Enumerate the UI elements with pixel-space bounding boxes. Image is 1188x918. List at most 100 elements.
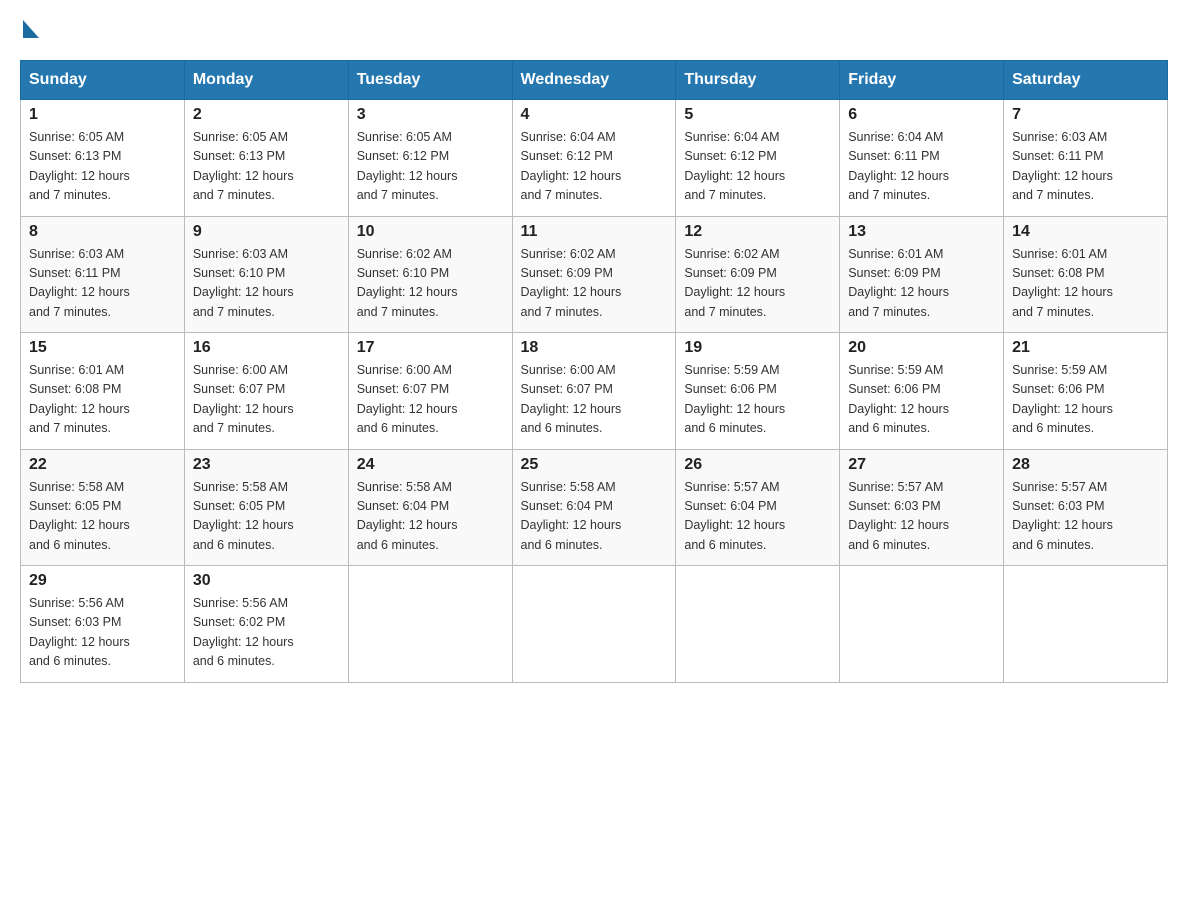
day-number: 23 [193, 456, 340, 474]
calendar-table: SundayMondayTuesdayWednesdayThursdayFrid… [20, 60, 1168, 683]
day-number: 1 [29, 106, 176, 124]
calendar-cell [676, 566, 840, 683]
calendar-cell [1004, 566, 1168, 683]
calendar-cell [840, 566, 1004, 683]
day-number: 16 [193, 339, 340, 357]
calendar-cell: 23 Sunrise: 5:58 AMSunset: 6:05 PMDaylig… [184, 449, 348, 566]
day-info: Sunrise: 5:57 AMSunset: 6:03 PMDaylight:… [1012, 480, 1113, 552]
weekday-header-saturday: Saturday [1004, 61, 1168, 100]
calendar-cell: 22 Sunrise: 5:58 AMSunset: 6:05 PMDaylig… [21, 449, 185, 566]
calendar-cell: 1 Sunrise: 6:05 AMSunset: 6:13 PMDayligh… [21, 100, 185, 217]
calendar-cell: 13 Sunrise: 6:01 AMSunset: 6:09 PMDaylig… [840, 216, 1004, 333]
calendar-cell: 10 Sunrise: 6:02 AMSunset: 6:10 PMDaylig… [348, 216, 512, 333]
day-number: 25 [521, 456, 668, 474]
day-info: Sunrise: 5:59 AMSunset: 6:06 PMDaylight:… [1012, 363, 1113, 435]
calendar-cell [512, 566, 676, 683]
day-info: Sunrise: 5:58 AMSunset: 6:04 PMDaylight:… [521, 480, 622, 552]
day-number: 14 [1012, 223, 1159, 241]
calendar-cell: 30 Sunrise: 5:56 AMSunset: 6:02 PMDaylig… [184, 566, 348, 683]
day-number: 26 [684, 456, 831, 474]
calendar-cell: 11 Sunrise: 6:02 AMSunset: 6:09 PMDaylig… [512, 216, 676, 333]
weekday-header-monday: Monday [184, 61, 348, 100]
day-number: 10 [357, 223, 504, 241]
calendar-cell: 21 Sunrise: 5:59 AMSunset: 6:06 PMDaylig… [1004, 333, 1168, 450]
calendar-cell: 18 Sunrise: 6:00 AMSunset: 6:07 PMDaylig… [512, 333, 676, 450]
calendar-cell: 9 Sunrise: 6:03 AMSunset: 6:10 PMDayligh… [184, 216, 348, 333]
day-info: Sunrise: 6:00 AMSunset: 6:07 PMDaylight:… [521, 363, 622, 435]
weekday-header-wednesday: Wednesday [512, 61, 676, 100]
weekday-header-friday: Friday [840, 61, 1004, 100]
day-info: Sunrise: 6:02 AMSunset: 6:10 PMDaylight:… [357, 247, 458, 319]
calendar-week-row: 1 Sunrise: 6:05 AMSunset: 6:13 PMDayligh… [21, 100, 1168, 217]
calendar-cell: 25 Sunrise: 5:58 AMSunset: 6:04 PMDaylig… [512, 449, 676, 566]
day-info: Sunrise: 6:02 AMSunset: 6:09 PMDaylight:… [521, 247, 622, 319]
day-number: 11 [521, 223, 668, 241]
calendar-cell: 12 Sunrise: 6:02 AMSunset: 6:09 PMDaylig… [676, 216, 840, 333]
calendar-cell: 29 Sunrise: 5:56 AMSunset: 6:03 PMDaylig… [21, 566, 185, 683]
day-info: Sunrise: 6:03 AMSunset: 6:11 PMDaylight:… [29, 247, 130, 319]
day-number: 30 [193, 572, 340, 590]
day-info: Sunrise: 5:59 AMSunset: 6:06 PMDaylight:… [684, 363, 785, 435]
calendar-cell: 24 Sunrise: 5:58 AMSunset: 6:04 PMDaylig… [348, 449, 512, 566]
day-info: Sunrise: 6:04 AMSunset: 6:12 PMDaylight:… [521, 130, 622, 202]
calendar-cell: 2 Sunrise: 6:05 AMSunset: 6:13 PMDayligh… [184, 100, 348, 217]
day-number: 29 [29, 572, 176, 590]
day-number: 22 [29, 456, 176, 474]
day-info: Sunrise: 6:01 AMSunset: 6:08 PMDaylight:… [1012, 247, 1113, 319]
day-number: 5 [684, 106, 831, 124]
calendar-cell: 7 Sunrise: 6:03 AMSunset: 6:11 PMDayligh… [1004, 100, 1168, 217]
weekday-header-thursday: Thursday [676, 61, 840, 100]
day-number: 13 [848, 223, 995, 241]
day-info: Sunrise: 6:01 AMSunset: 6:08 PMDaylight:… [29, 363, 130, 435]
day-info: Sunrise: 6:00 AMSunset: 6:07 PMDaylight:… [193, 363, 294, 435]
page-header [20, 20, 1168, 40]
day-info: Sunrise: 6:02 AMSunset: 6:09 PMDaylight:… [684, 247, 785, 319]
calendar-cell: 14 Sunrise: 6:01 AMSunset: 6:08 PMDaylig… [1004, 216, 1168, 333]
day-info: Sunrise: 5:58 AMSunset: 6:05 PMDaylight:… [193, 480, 294, 552]
day-info: Sunrise: 5:58 AMSunset: 6:04 PMDaylight:… [357, 480, 458, 552]
day-number: 21 [1012, 339, 1159, 357]
calendar-cell: 8 Sunrise: 6:03 AMSunset: 6:11 PMDayligh… [21, 216, 185, 333]
day-info: Sunrise: 5:59 AMSunset: 6:06 PMDaylight:… [848, 363, 949, 435]
calendar-cell: 3 Sunrise: 6:05 AMSunset: 6:12 PMDayligh… [348, 100, 512, 217]
weekday-header-sunday: Sunday [21, 61, 185, 100]
calendar-cell: 19 Sunrise: 5:59 AMSunset: 6:06 PMDaylig… [676, 333, 840, 450]
day-info: Sunrise: 5:57 AMSunset: 6:03 PMDaylight:… [848, 480, 949, 552]
day-info: Sunrise: 6:04 AMSunset: 6:12 PMDaylight:… [684, 130, 785, 202]
calendar-cell: 17 Sunrise: 6:00 AMSunset: 6:07 PMDaylig… [348, 333, 512, 450]
calendar-cell: 28 Sunrise: 5:57 AMSunset: 6:03 PMDaylig… [1004, 449, 1168, 566]
day-info: Sunrise: 6:05 AMSunset: 6:13 PMDaylight:… [193, 130, 294, 202]
day-info: Sunrise: 6:04 AMSunset: 6:11 PMDaylight:… [848, 130, 949, 202]
calendar-cell: 5 Sunrise: 6:04 AMSunset: 6:12 PMDayligh… [676, 100, 840, 217]
day-info: Sunrise: 6:05 AMSunset: 6:12 PMDaylight:… [357, 130, 458, 202]
day-number: 19 [684, 339, 831, 357]
calendar-cell: 4 Sunrise: 6:04 AMSunset: 6:12 PMDayligh… [512, 100, 676, 217]
day-number: 24 [357, 456, 504, 474]
calendar-week-row: 29 Sunrise: 5:56 AMSunset: 6:03 PMDaylig… [21, 566, 1168, 683]
day-number: 9 [193, 223, 340, 241]
day-info: Sunrise: 6:03 AMSunset: 6:11 PMDaylight:… [1012, 130, 1113, 202]
calendar-cell: 15 Sunrise: 6:01 AMSunset: 6:08 PMDaylig… [21, 333, 185, 450]
day-number: 2 [193, 106, 340, 124]
day-info: Sunrise: 6:01 AMSunset: 6:09 PMDaylight:… [848, 247, 949, 319]
day-info: Sunrise: 6:03 AMSunset: 6:10 PMDaylight:… [193, 247, 294, 319]
day-number: 3 [357, 106, 504, 124]
day-number: 4 [521, 106, 668, 124]
day-number: 12 [684, 223, 831, 241]
day-number: 18 [521, 339, 668, 357]
logo [20, 20, 39, 40]
calendar-week-row: 8 Sunrise: 6:03 AMSunset: 6:11 PMDayligh… [21, 216, 1168, 333]
calendar-header-row: SundayMondayTuesdayWednesdayThursdayFrid… [21, 61, 1168, 100]
day-number: 27 [848, 456, 995, 474]
day-number: 28 [1012, 456, 1159, 474]
day-number: 20 [848, 339, 995, 357]
day-number: 6 [848, 106, 995, 124]
day-number: 8 [29, 223, 176, 241]
day-number: 17 [357, 339, 504, 357]
calendar-cell: 26 Sunrise: 5:57 AMSunset: 6:04 PMDaylig… [676, 449, 840, 566]
calendar-week-row: 15 Sunrise: 6:01 AMSunset: 6:08 PMDaylig… [21, 333, 1168, 450]
calendar-cell: 16 Sunrise: 6:00 AMSunset: 6:07 PMDaylig… [184, 333, 348, 450]
calendar-cell: 27 Sunrise: 5:57 AMSunset: 6:03 PMDaylig… [840, 449, 1004, 566]
calendar-cell: 6 Sunrise: 6:04 AMSunset: 6:11 PMDayligh… [840, 100, 1004, 217]
day-info: Sunrise: 5:56 AMSunset: 6:02 PMDaylight:… [193, 596, 294, 668]
